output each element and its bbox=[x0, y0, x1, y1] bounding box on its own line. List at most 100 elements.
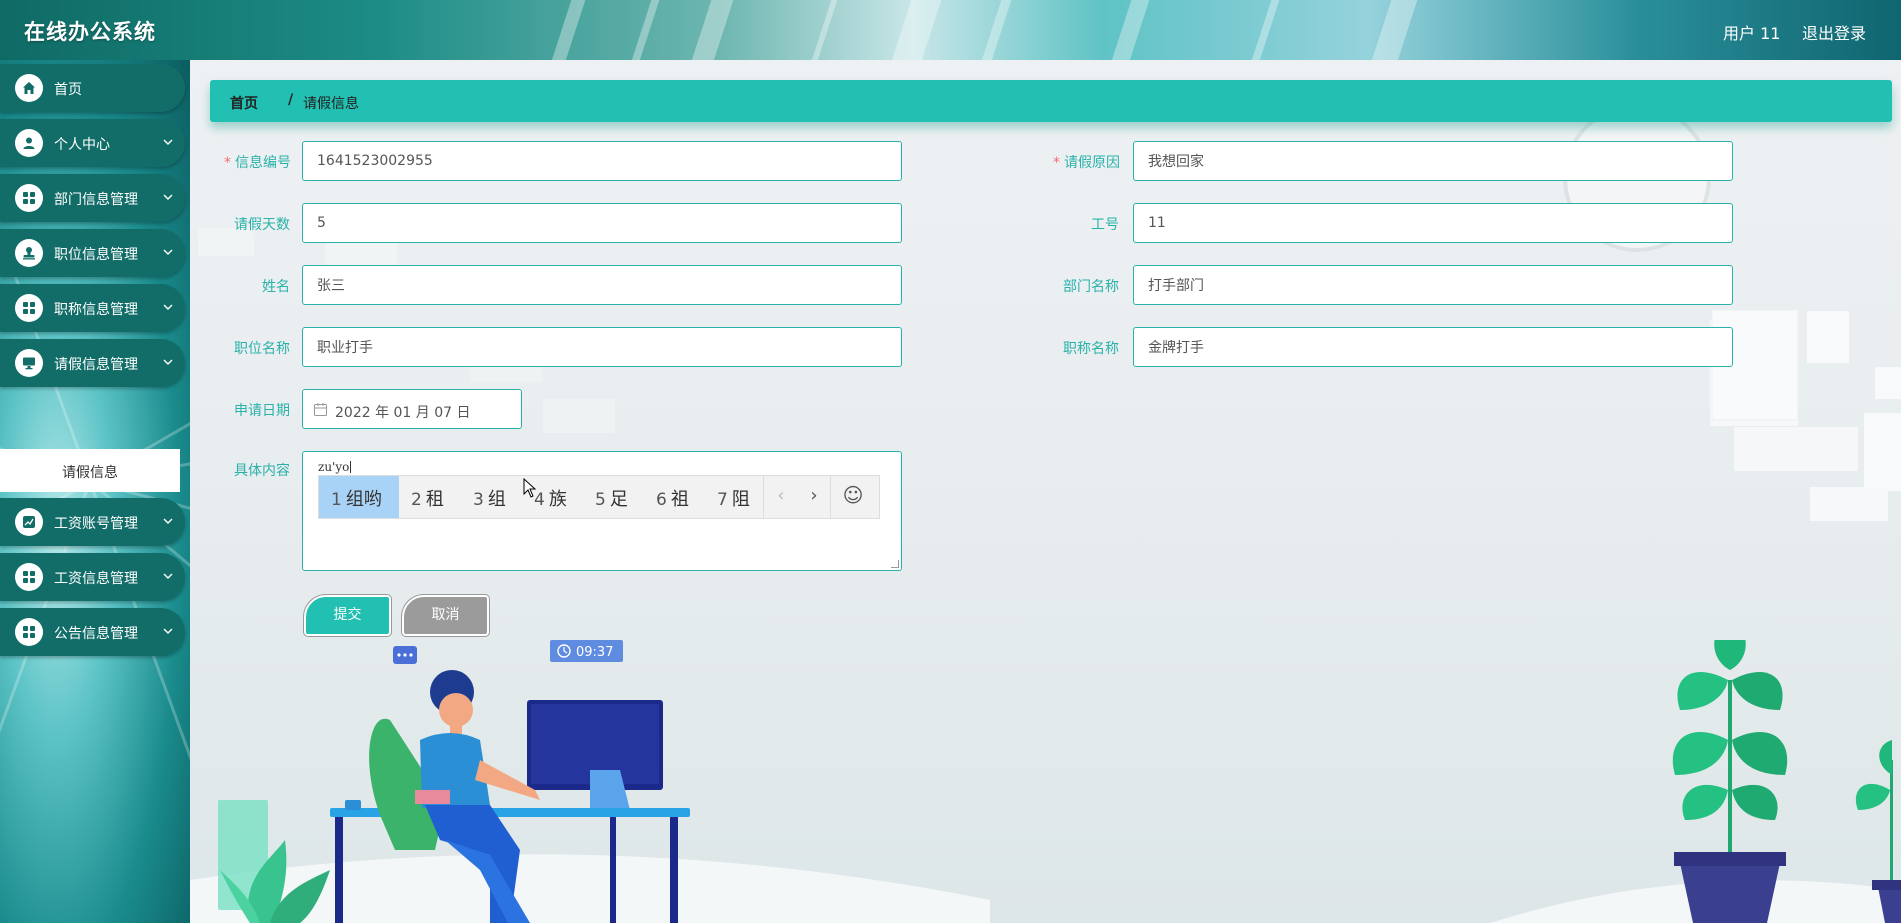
emoji-icon[interactable]: ☺ bbox=[837, 476, 869, 518]
ime-candidate-number: 7 bbox=[717, 490, 728, 510]
sidebar-item-professional-title[interactable]: 职称信息管理 bbox=[0, 284, 185, 332]
chevron-down-icon bbox=[163, 194, 173, 200]
sidebar-item-label: 个人中心 bbox=[54, 137, 110, 153]
info-no-label: * 信息编号 bbox=[224, 152, 291, 172]
chevron-down-icon bbox=[163, 304, 173, 310]
sidebar-item-notice[interactable]: 公告信息管理 bbox=[0, 608, 185, 656]
sidebar-item-personal-center[interactable]: 个人中心 bbox=[0, 119, 185, 167]
name-label: 姓名 bbox=[262, 279, 290, 295]
user-icon bbox=[15, 129, 43, 157]
sidebar-item-label: 职称信息管理 bbox=[54, 302, 138, 318]
ime-candidate-number: 1 bbox=[331, 490, 342, 510]
emp-no-input[interactable] bbox=[1133, 203, 1733, 243]
breadcrumb-home[interactable]: 首页 bbox=[230, 93, 258, 113]
stamp-icon bbox=[15, 239, 43, 267]
sidebar-item-label: 请假信息管理 bbox=[54, 357, 138, 373]
date-value: 2022 年 01 月 07 日 bbox=[335, 405, 471, 421]
cancel-button[interactable]: 取消 bbox=[402, 595, 489, 636]
ime-candidate[interactable]: 4族 bbox=[534, 476, 567, 518]
sidebar-item-leave[interactable]: 请假信息管理 bbox=[0, 339, 185, 387]
ime-candidate[interactable]: 7阻 bbox=[717, 476, 750, 518]
content-textarea[interactable]: zu'yo 1 组哟 2租 3组 4族 5足 6祖 7阻 ‹ › ☺ bbox=[302, 451, 902, 571]
sidebar-item-position[interactable]: 职位信息管理 bbox=[0, 229, 185, 277]
dept-label: 部门名称 bbox=[1063, 279, 1119, 295]
reason-label-text: 请假原因 bbox=[1064, 155, 1120, 171]
ime-candidate-bar: 1 组哟 2租 3组 4族 5足 6祖 7阻 ‹ › ☺ bbox=[318, 475, 880, 519]
breadcrumb-current: 请假信息 bbox=[303, 96, 359, 112]
header-decoration bbox=[0, 0, 1901, 60]
chevron-down-icon bbox=[163, 573, 173, 579]
sidebar-item-home[interactable]: 首页 bbox=[0, 64, 185, 112]
required-mark: * bbox=[1053, 155, 1060, 171]
sidebar-item-label: 工资账号管理 bbox=[54, 516, 138, 532]
ime-candidate-text: 足 bbox=[609, 489, 628, 510]
name-input[interactable] bbox=[302, 265, 902, 305]
ime-candidate-number: 6 bbox=[656, 490, 667, 510]
reason-input[interactable] bbox=[1133, 141, 1733, 181]
ime-candidate-text: 组哟 bbox=[345, 489, 382, 510]
chevron-up-icon bbox=[163, 359, 173, 365]
sidebar-subitem-label: 请假信息 bbox=[62, 465, 118, 481]
home-icon bbox=[15, 74, 43, 102]
reason-label: * 请假原因 bbox=[1053, 152, 1120, 172]
ime-candidate-number: 5 bbox=[595, 490, 606, 510]
sidebar-item-label: 首页 bbox=[54, 82, 82, 98]
sidebar-item-label: 公告信息管理 bbox=[54, 626, 138, 642]
sidebar-item-department[interactable]: 部门信息管理 bbox=[0, 174, 185, 222]
resize-handle[interactable] bbox=[891, 560, 899, 568]
date-label: 申请日期 bbox=[234, 403, 290, 419]
plant-illustration bbox=[1672, 640, 1901, 923]
ime-candidate-number: 3 bbox=[473, 490, 484, 510]
breadcrumb: 首页 / 请假信息 bbox=[210, 80, 1892, 122]
grid-icon bbox=[15, 294, 43, 322]
grid-icon bbox=[15, 184, 43, 212]
ime-candidate[interactable]: 6祖 bbox=[656, 476, 689, 518]
monitor-icon bbox=[15, 349, 43, 377]
chevron-down-icon bbox=[163, 628, 173, 634]
ime-candidate[interactable]: 5足 bbox=[595, 476, 628, 518]
sidebar-subitem-leave-info[interactable]: 请假信息 bbox=[0, 449, 180, 492]
sidebar: 首页 个人中心 部门信息管理 职位信息管理 职称信息管理 请假信息管理 请假信息… bbox=[0, 60, 190, 923]
ime-candidate[interactable]: 3组 bbox=[473, 476, 506, 518]
ime-divider bbox=[830, 476, 831, 518]
office-illustration: 09:37 bbox=[218, 640, 690, 923]
days-input[interactable] bbox=[302, 203, 902, 243]
ime-candidate[interactable]: 1 组哟 bbox=[319, 476, 399, 518]
submit-button[interactable]: 提交 bbox=[304, 595, 391, 636]
ime-prev-page-icon[interactable]: ‹ bbox=[765, 476, 797, 518]
ime-candidate-text: 族 bbox=[548, 489, 567, 510]
chevron-down-icon bbox=[163, 518, 173, 524]
title-label: 职称名称 bbox=[1063, 341, 1119, 357]
date-picker[interactable]: 2022 年 01 月 07 日 bbox=[302, 389, 522, 429]
composition-text: zu'yo bbox=[318, 460, 350, 474]
sidebar-item-salary-account[interactable]: 工资账号管理 bbox=[0, 498, 185, 546]
required-mark: * bbox=[224, 155, 231, 171]
app-title: 在线办公系统 bbox=[24, 20, 156, 44]
ime-candidate-text: 阻 bbox=[731, 489, 750, 510]
sidebar-item-label: 部门信息管理 bbox=[54, 192, 138, 208]
grid-icon bbox=[15, 563, 43, 591]
ime-next-page-icon[interactable]: › bbox=[798, 476, 830, 518]
position-input[interactable] bbox=[302, 327, 902, 367]
sidebar-item-label: 工资信息管理 bbox=[54, 571, 138, 587]
calendar-icon bbox=[314, 403, 327, 416]
main-content: 首页 / 请假信息 *信息编号 请假天数 姓名 职位名称 申请日期 2022 年… bbox=[190, 60, 1901, 923]
chevron-down-icon bbox=[163, 249, 173, 255]
info-no-input[interactable] bbox=[302, 141, 902, 181]
position-label: 职位名称 bbox=[234, 341, 290, 357]
breadcrumb-separator: / bbox=[288, 92, 294, 108]
content-label: 具体内容 bbox=[234, 463, 290, 479]
sidebar-item-salary-info[interactable]: 工资信息管理 bbox=[0, 553, 185, 601]
ime-divider bbox=[763, 476, 764, 518]
ime-candidate-text: 组 bbox=[487, 489, 506, 510]
logout-link[interactable]: 退出登录 bbox=[1802, 20, 1866, 44]
info-no-label-text: 信息编号 bbox=[235, 155, 291, 171]
clock-time: 09:37 bbox=[576, 645, 613, 660]
days-label: 请假天数 bbox=[234, 217, 290, 233]
dept-input[interactable] bbox=[1133, 265, 1733, 305]
ime-candidate-text: 租 bbox=[425, 489, 444, 510]
mouse-cursor-icon bbox=[523, 478, 537, 498]
user-name: 用户 11 bbox=[1723, 24, 1781, 43]
ime-candidate[interactable]: 2租 bbox=[411, 476, 444, 518]
title-input[interactable] bbox=[1133, 327, 1733, 367]
